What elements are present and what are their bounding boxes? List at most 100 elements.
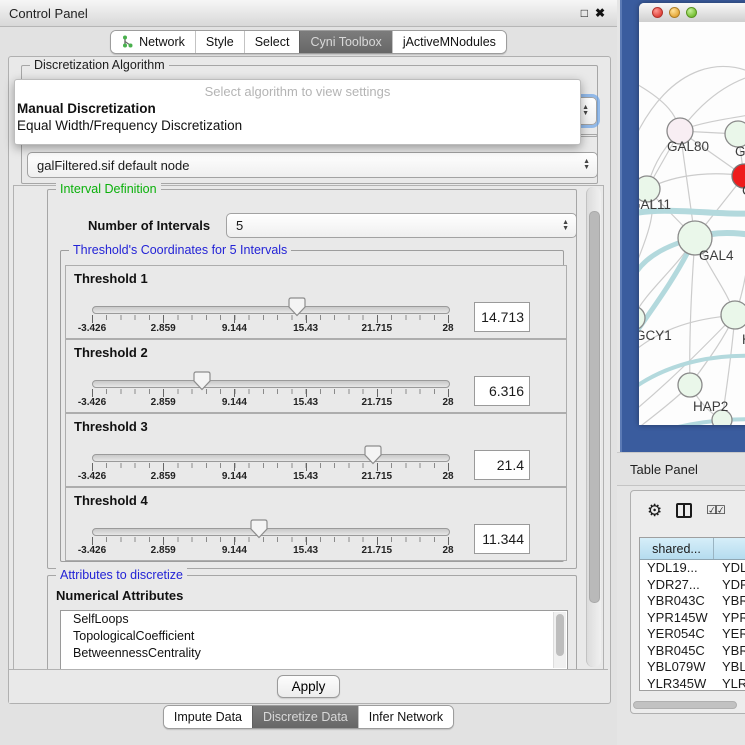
table-panel-toolbar: ⚙ ☑☑ [631,497,745,523]
horizontal-scrollbar-thumb[interactable] [633,701,737,709]
interval-definition-group-title: Interval Definition [56,182,161,196]
list-scrollbar-thumb[interactable] [556,614,564,656]
node-table[interactable]: shared... na YDL19...YDL1 YDR27...YDR2 Y… [639,537,745,691]
threshold-4-box: Threshold 4 -3.4262.8599.14415.4321.7152… [65,487,567,561]
network-view-background: GAL80 GA C GAL11 GAL4 GCY1 H HAP2 [620,0,745,452]
column-header-name[interactable]: na [714,538,745,559]
tab-discretize-data[interactable]: Discretize Data [252,706,358,728]
vertical-scrollbar-thumb[interactable] [589,211,600,603]
table-row[interactable]: YLR345WYLR3 [640,676,745,692]
slider-thumb[interactable] [193,371,211,391]
number-of-intervals-combobox[interactable]: 5 ▲▼ [226,213,577,238]
tab-jactivemnodules[interactable]: jActiveMNodules [392,31,506,53]
gear-icon[interactable]: ⚙ [647,502,662,519]
slider-thumb[interactable] [250,519,268,539]
node-gcy1[interactable] [639,306,645,330]
slider-track[interactable] [92,306,450,314]
slider-ticks [92,315,448,323]
tab-discretize-data-label: Discretize Data [263,710,348,724]
table-data-selected-value: galFiltered.sif default node [37,158,189,173]
slider-track[interactable] [92,454,450,462]
threshold-3-label: Threshold 3 [74,419,148,434]
table-row[interactable]: YDL19...YDL1 [640,560,745,577]
tab-style[interactable]: Style [195,31,244,53]
list-scrollbar[interactable] [553,612,566,668]
slider-thumb[interactable] [364,445,382,465]
number-of-intervals-value: 5 [236,218,243,233]
right-region: GAL80 GA C GAL11 GAL4 GCY1 H HAP2 Table … [617,0,745,745]
node-hap2[interactable] [678,373,702,397]
slider-track[interactable] [92,528,450,536]
zoom-traffic-light-icon[interactable] [686,7,697,18]
table-row[interactable]: YDR27...YDR2 [640,577,745,594]
algorithm-option-equal-width[interactable]: Equal Width/Frequency Discretization [15,117,580,134]
slider-tick-labels: -3.4262.8599.14415.4321.71528 [92,471,448,483]
node-label: GAL80 [667,139,709,154]
slider-tick-labels: -3.4262.8599.14415.4321.71528 [92,397,448,409]
table-rows: YDL19...YDL1 YDR27...YDR2 YBR043CYBR0 YP… [640,560,745,691]
thresholds-group-title: Threshold's Coordinates for 5 Intervals [69,243,291,257]
float-window-icon[interactable]: □ [581,7,588,19]
tab-network-label: Network [139,35,185,49]
vertical-scrollbar[interactable] [586,187,601,667]
tab-network[interactable]: Network [111,31,195,53]
close-window-icon[interactable]: ✖ [595,7,605,19]
numerical-attributes-list[interactable]: SelfLoops TopologicalCoefficient Between… [60,610,568,670]
tab-jactivemnodules-label: jActiveMNodules [403,35,496,49]
table-row[interactable]: YER054CYER0 [640,626,745,643]
table-data-combobox[interactable]: galFiltered.sif default node ▲▼ [27,152,598,178]
slider-ticks [92,463,448,471]
node-label: GA [735,144,745,159]
node-label: HAP2 [693,399,728,414]
table-row[interactable]: YPR145WYPR1 [640,610,745,627]
tab-cyni-toolbox-label: Cyni Toolbox [310,35,381,49]
table-row[interactable]: YBR045CYBR0 [640,643,745,660]
node-h[interactable] [721,301,745,329]
algorithm-placeholder-option[interactable]: Select algorithm to view settings [15,82,580,100]
threshold-3-value-field[interactable]: 21.4 [474,450,530,480]
tab-infer-network-label: Infer Network [369,710,443,724]
app-root: Control Panel □ ✖ [0,0,745,745]
table-row[interactable]: YBR043CYBR0 [640,593,745,610]
table-row[interactable]: YBL079WYBL0 [640,659,745,676]
tab-cyni-toolbox[interactable]: Cyni Toolbox [299,31,391,53]
panel-title: Control Panel [9,6,88,21]
threshold-4-label: Threshold 4 [74,493,148,508]
split-columns-icon[interactable] [676,503,692,518]
tab-select[interactable]: Select [244,31,300,53]
network-graph: GAL80 GA C GAL11 GAL4 GCY1 H HAP2 [639,22,745,425]
network-window-titlebar [639,3,745,23]
node-label: GCY1 [639,328,672,343]
column-header-shared[interactable]: shared... [640,538,714,559]
threshold-2-value-field[interactable]: 6.316 [474,376,530,406]
threshold-1-value-field[interactable]: 14.713 [474,302,530,332]
network-canvas[interactable]: GAL80 GA C GAL11 GAL4 GCY1 H HAP2 [639,22,745,425]
checkbox-columns-icon[interactable]: ☑☑ [706,503,724,517]
horizontal-scrollbar[interactable] [632,700,745,710]
attributes-group: Attributes to discretize Numerical Attri… [47,575,577,672]
tab-impute-data[interactable]: Impute Data [164,706,252,728]
close-traffic-light-icon[interactable] [652,7,663,18]
bottom-tab-bar: Impute Data Discretize Data Infer Networ… [0,702,617,732]
tab-select-label: Select [255,35,290,49]
slider-thumb[interactable] [288,297,306,317]
algorithm-dropdown-popup: Select algorithm to view settings Manual… [14,79,581,145]
threshold-3-box: Threshold 3 -3.4262.8599.14415.4321.7152… [65,413,567,487]
slider-track[interactable] [92,380,450,388]
slider-tick-labels: -3.4262.8599.14415.4321.71528 [92,545,448,557]
tab-infer-network[interactable]: Infer Network [358,706,453,728]
threshold-2-label: Threshold 2 [74,345,148,360]
threshold-4-value-field[interactable]: 11.344 [474,524,530,554]
algorithm-option-manual[interactable]: Manual Discretization [15,100,580,117]
slider-ticks [92,389,448,397]
apply-button[interactable]: Apply [277,675,341,698]
threshold-2-box: Threshold 2 -3.4262.8599.14415.4321.7152… [65,339,567,413]
tab-style-label: Style [206,35,234,49]
minimize-traffic-light-icon[interactable] [669,7,680,18]
list-item[interactable]: BetweennessCentrality [61,645,567,662]
slider-tick-labels: -3.4262.8599.14415.4321.71528 [92,323,448,335]
list-item[interactable]: TopologicalCoefficient [61,628,567,645]
combo-arrows-icon: ▲▼ [562,220,569,232]
list-item[interactable]: SelfLoops [61,611,567,628]
combo-arrows-icon: ▲▼ [582,105,589,117]
